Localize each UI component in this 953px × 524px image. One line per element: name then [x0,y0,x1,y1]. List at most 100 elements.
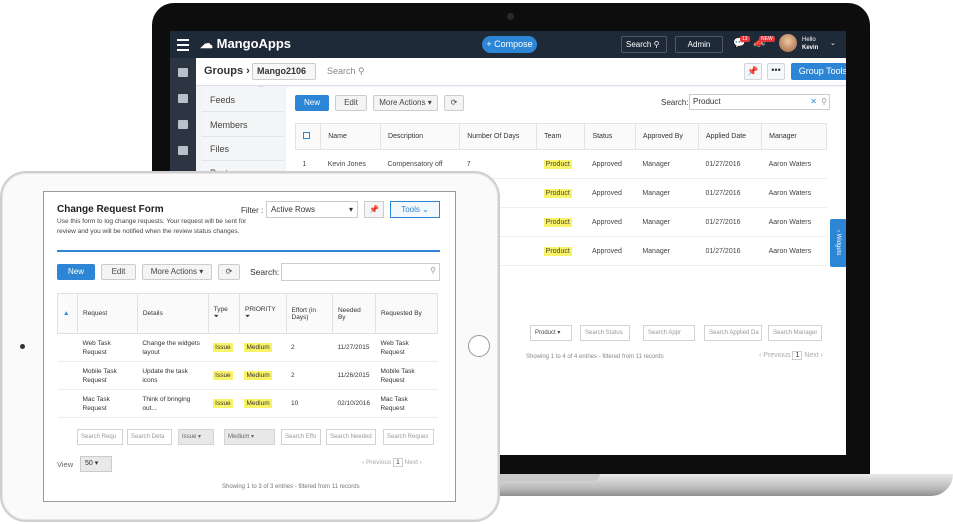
group-select[interactable]: Mango2106 ⌄ [252,63,316,91]
entries-summary: Showing 1 to 4 of 4 entries - filtered f… [526,354,664,360]
team-badge: Product [543,246,572,256]
prev-page-link[interactable]: ‹ Previous [362,459,391,466]
search-icon: ⚲ [653,40,660,49]
group-tools-button[interactable]: Group Tools ⌄ [791,63,846,80]
filter-requested-input[interactable]: Search Reques [383,429,434,445]
new-button[interactable]: New [295,95,329,111]
caret-down-icon: ▾ [94,460,99,467]
chevron-down-icon: ⌄ [422,205,429,214]
filter-details-input[interactable]: Search Deta [127,429,172,445]
hamburger-menu-icon[interactable] [177,36,189,52]
filter-effort-input[interactable]: Search Effo [281,429,321,445]
column-header[interactable]: Team [536,123,586,150]
home-icon[interactable] [178,68,188,77]
top-search-button[interactable]: Search ⚲ [621,36,667,53]
chevron-down-icon[interactable]: ⌄ [830,39,836,47]
type-badge: Issue [213,343,233,352]
pin-button[interactable]: 📌 [364,201,384,218]
refresh-button[interactable]: ⟳ [218,264,240,280]
filter-applied-input[interactable]: Search Applied Da [704,325,762,341]
team-badge: Product [543,159,572,169]
column-header[interactable]: Number Of Days [459,123,538,150]
more-actions-button[interactable]: More Actions ▾ [142,264,212,280]
group-search[interactable]: Search ⚲ [327,66,365,77]
column-header[interactable]: Needed By [331,293,376,334]
column-header[interactable]: PRIORITY ⏷ [238,293,287,334]
filter-type-select[interactable]: Issue ▾ [178,429,214,445]
prev-page-link[interactable]: ‹ Previous [759,352,791,359]
column-header[interactable]: Approved By [634,123,699,150]
search-input[interactable]: Product ✕ ⚲ [689,94,830,110]
mail-icon[interactable] [178,120,188,129]
select-all-checkbox[interactable] [294,123,322,150]
page-size-select[interactable]: 50 ▾ [80,456,112,472]
edit-button[interactable]: Edit [101,264,136,280]
table-row[interactable]: Mac Task Request Think of bringing out..… [57,389,438,418]
tools-button[interactable]: Tools ⌄ [390,201,440,218]
sort-icon[interactable]: ▲ [57,293,78,334]
filter-status-input[interactable]: Search Status [580,325,630,341]
compose-button[interactable]: + Compose [482,36,537,53]
table-row[interactable]: Mobile Task Request Update the task icon… [57,361,438,390]
edit-button[interactable]: Edit [335,95,367,111]
tablet-camera-icon [20,344,25,349]
more-actions-button[interactable]: More Actions ▾ [373,95,438,111]
user-greeting[interactable]: Hello Kevin [802,36,818,52]
search-icon: ⚲ [358,66,365,76]
column-header[interactable]: Manager [761,123,827,150]
refresh-icon: ⟳ [225,267,233,276]
ellipsis-icon: ••• [771,65,781,75]
page-number[interactable]: 1 [393,458,403,467]
next-page-link[interactable]: Next › [405,459,422,466]
app-logo[interactable]: ☁ MangoApps [200,36,291,52]
inbox-icon[interactable] [178,94,188,103]
filter-approved-input[interactable]: Search Appr [643,325,695,341]
column-header[interactable]: Details [136,293,209,334]
column-header[interactable]: Requested By [374,293,439,334]
next-page-link[interactable]: Next › [804,352,823,359]
form-title: Change Request Form [57,204,164,215]
filter-label: Filter : [241,206,264,215]
group-header: Groups › Mango2106 ⌄ Search ⚲ 📌 ••• Grou… [196,58,846,91]
clear-icon[interactable]: ✕ [810,95,817,109]
search-label: Search: [661,98,689,107]
column-header[interactable]: Description [379,123,461,150]
column-header[interactable]: Applied Date [697,123,763,150]
avatar[interactable] [779,34,797,52]
column-header[interactable]: Effort (in Days) [285,293,333,334]
table-row[interactable]: Web Task Request Change the widgets layo… [57,333,438,362]
nav-item-files[interactable]: Files [210,144,229,154]
widgets-tab[interactable]: ‹ Widgets [830,219,846,267]
nav-item-members[interactable]: Members [210,120,248,130]
admin-button[interactable]: Admin [675,36,723,53]
filter-priority-select[interactable]: Medium ▾ [224,429,275,445]
briefcase-icon[interactable] [178,146,188,155]
column-header[interactable]: Status [584,123,636,150]
page-number[interactable]: 1 [792,351,803,360]
column-header[interactable]: Name [320,123,381,150]
filter-team-select[interactable]: Product ▾ [530,325,572,341]
caret-down-icon: ▾ [427,98,432,107]
type-badge: Issue [213,371,233,380]
caret-down-icon: ▾ [251,434,255,440]
filter-manager-input[interactable]: Search Manager [768,325,822,341]
new-button[interactable]: New [57,264,95,280]
groups-breadcrumb[interactable]: Groups › [204,65,250,77]
camera-icon [507,13,514,20]
search-icon: ⚲ [821,97,827,106]
search-label: Search: [250,267,280,277]
caret-down-icon: ▾ [348,205,353,214]
filter-select[interactable]: Active Rows ▾ [266,201,358,218]
column-header[interactable]: Request [77,293,138,334]
search-input[interactable]: ⚲ [281,263,440,281]
pin-button[interactable]: 📌 [744,63,762,80]
refresh-button[interactable]: ⟳ [444,95,464,111]
column-header[interactable]: Type ⏷ [207,293,240,334]
new-badge: NEW [759,36,775,42]
pagination: ‹ Previous 1 Next › [362,458,422,467]
filter-request-input[interactable]: Search Requ [77,429,123,445]
filter-needed-input[interactable]: Search Needed [326,429,376,445]
more-options-button[interactable]: ••• [767,63,785,80]
nav-item-feeds[interactable]: Feeds [210,95,235,105]
mango-icon: ☁ [200,36,213,51]
